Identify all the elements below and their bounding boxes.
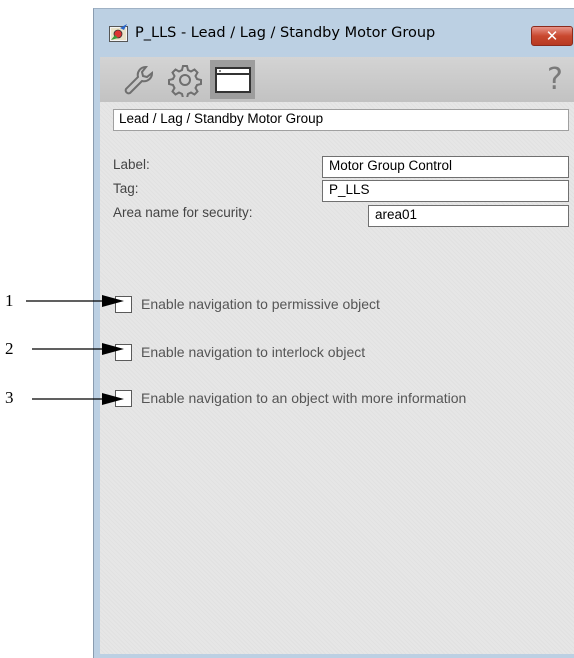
callout-number-2: 2: [5, 339, 14, 358]
callout-arrow-1: [26, 295, 124, 307]
tab-maintenance[interactable]: [116, 60, 161, 99]
tag-input[interactable]: P_LLS: [322, 180, 569, 202]
help-icon[interactable]: ?: [540, 59, 570, 99]
callout-arrow-3: [32, 393, 124, 405]
gear-icon: [167, 64, 202, 97]
tab-hmi-configuration[interactable]: [210, 60, 255, 99]
description-field[interactable]: Lead / Lag / Standby Motor Group: [113, 109, 569, 131]
faceplate-app-icon: [109, 24, 128, 42]
label-input[interactable]: Motor Group Control: [322, 156, 569, 178]
dialog-window: P_LLS - Lead / Lag / Standby Motor Group…: [93, 8, 574, 658]
tab-engineering[interactable]: [162, 60, 207, 99]
toolbar: ?: [100, 57, 574, 102]
callout-number-1: 1: [5, 291, 14, 310]
title-bar[interactable]: P_LLS - Lead / Lag / Standby Motor Group…: [94, 9, 574, 57]
window-title: P_LLS - Lead / Lag / Standby Motor Group: [135, 25, 436, 41]
faceplate-body: ? Lead / Lag / Standby Motor Group Label…: [100, 57, 574, 654]
callout-arrow-2: [32, 343, 124, 355]
wrench-icon: [124, 65, 153, 94]
option-more-info-navigation[interactable]: Enable navigation to an object with more…: [115, 388, 466, 408]
permissive-navigation-label: Enable navigation to permissive object: [141, 296, 380, 312]
option-interlock-navigation[interactable]: Enable navigation to interlock object: [115, 342, 365, 362]
window-icon: [214, 66, 251, 93]
callout-number-3: 3: [5, 388, 14, 407]
more-info-navigation-label: Enable navigation to an object with more…: [141, 390, 467, 406]
interlock-navigation-label: Enable navigation to interlock object: [141, 344, 366, 360]
close-icon: ✕: [545, 27, 559, 45]
tag-caption: Tag:: [113, 181, 139, 196]
label-caption: Label:: [113, 157, 150, 172]
option-permissive-navigation[interactable]: Enable navigation to permissive object: [115, 294, 380, 314]
close-button[interactable]: ✕: [531, 26, 573, 46]
area-caption: Area name for security:: [113, 205, 253, 220]
area-input[interactable]: area01: [368, 205, 569, 227]
